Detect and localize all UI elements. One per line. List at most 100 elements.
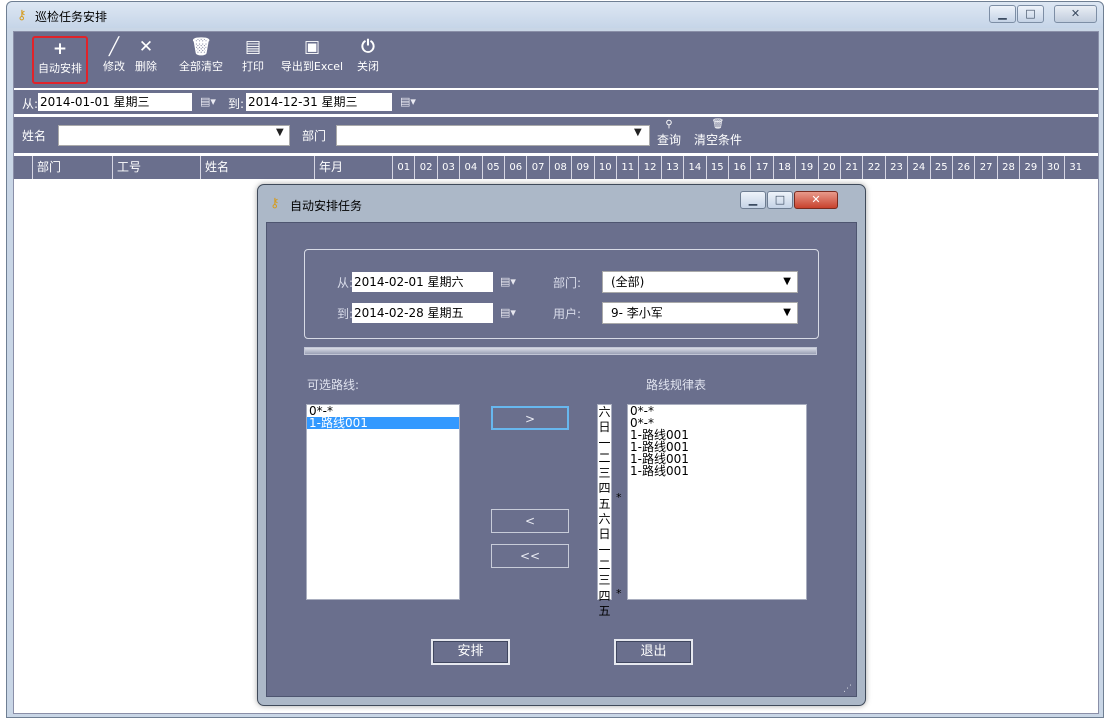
column-header-day[interactable]: 21: [840, 156, 862, 179]
column-header-day[interactable]: 07: [526, 156, 548, 179]
remove-all-routes-button[interactable]: <<: [491, 544, 569, 568]
column-header-day[interactable]: 10: [593, 156, 616, 179]
dept-select[interactable]: [336, 125, 650, 146]
from-date-field[interactable]: 2014-02-01 星期六: [352, 272, 493, 292]
dialog-maximize-button[interactable]: □: [767, 191, 793, 209]
dialog-close-button[interactable]: ✕: [794, 191, 838, 209]
close-window-button[interactable]: ✕: [1054, 5, 1097, 23]
column-header-day[interactable]: 09: [571, 156, 593, 179]
edit-label: 修改: [103, 60, 125, 73]
export-excel-button[interactable]: ▣ 导出到Excel: [276, 36, 348, 84]
clear-all-button[interactable]: 🗑 全部清空: [174, 36, 228, 84]
export-excel-label: 导出到Excel: [280, 60, 344, 73]
power-icon: ⏻: [361, 37, 375, 57]
column-header-day[interactable]: 19: [795, 156, 817, 179]
clear-conditions-button[interactable]: 🗑 清空条件: [688, 119, 748, 148]
resize-grip-icon[interactable]: ⋰: [843, 684, 852, 694]
chevron-down-icon: ▼: [783, 276, 791, 287]
available-routes-list[interactable]: 0*-* 1-路线001: [306, 404, 460, 600]
calendar-dropdown-icon[interactable]: ▤▾: [500, 275, 516, 288]
weekday-label: 四: [598, 588, 611, 603]
column-header-dept[interactable]: 部门: [32, 156, 112, 179]
exit-button[interactable]: 退出: [614, 639, 693, 665]
auto-arrange-button[interactable]: + 自动安排: [32, 36, 88, 84]
print-label: 打印: [242, 60, 264, 73]
chevron-down-icon[interactable]: ▼: [276, 127, 284, 138]
app-key-icon: ⚷: [17, 8, 27, 23]
calendar-dropdown-icon[interactable]: ▤▾: [200, 95, 216, 108]
column-header-day[interactable]: 17: [750, 156, 772, 179]
user-select[interactable]: 9- 李小军 ▼: [602, 302, 798, 324]
column-header-day[interactable]: 15: [705, 156, 728, 179]
query-button[interactable]: ⚲ 查询: [654, 119, 684, 148]
column-header-day[interactable]: 14: [683, 156, 705, 179]
route-rule-item[interactable]: 1-路线001: [628, 465, 806, 477]
column-header-day[interactable]: 13: [660, 156, 683, 179]
add-route-button[interactable]: >: [491, 406, 569, 430]
dialog-minimize-button[interactable]: ▁: [740, 191, 766, 209]
column-header-day[interactable]: 29: [1019, 156, 1041, 179]
column-header-day[interactable]: 28: [996, 156, 1019, 179]
column-header-day[interactable]: 20: [817, 156, 840, 179]
column-header-day[interactable]: 01: [392, 156, 414, 179]
trash-icon: 🗑: [190, 37, 212, 57]
column-header-day[interactable]: 12: [638, 156, 660, 179]
to-label: 到:: [337, 307, 354, 321]
dept-select[interactable]: (全部) ▼: [602, 271, 798, 293]
clear-all-label: 全部清空: [179, 60, 223, 73]
calendar-dropdown-icon[interactable]: ▤▾: [500, 306, 516, 319]
available-route-item[interactable]: 1-路线001: [307, 417, 459, 429]
column-header-day[interactable]: 08: [548, 156, 571, 179]
column-header-name[interactable]: 姓名: [200, 156, 314, 179]
column-header-employee-id[interactable]: 工号: [112, 156, 200, 179]
column-header-day[interactable]: 30: [1041, 156, 1064, 179]
column-header-day[interactable]: 18: [772, 156, 795, 179]
chevron-down-icon[interactable]: ▼: [634, 127, 642, 138]
column-header-month[interactable]: 年月: [314, 156, 382, 179]
pencil-icon: ╱: [108, 37, 120, 57]
print-button[interactable]: ▤ 打印: [238, 36, 268, 84]
minimize-button[interactable]: ▁: [989, 5, 1016, 23]
delete-button[interactable]: ✕ 删除: [130, 36, 162, 84]
column-header-day[interactable]: 02: [414, 156, 436, 179]
column-header-day[interactable]: 11: [616, 156, 638, 179]
close-icon: ✕: [1070, 7, 1081, 20]
week-end-marker: *: [616, 491, 622, 504]
column-header-day[interactable]: 05: [481, 156, 504, 179]
weekday-label: 三: [598, 573, 611, 588]
column-header-day[interactable]: 22: [862, 156, 884, 179]
edit-button[interactable]: ╱ 修改: [98, 36, 130, 84]
from-label: 从:: [22, 97, 39, 111]
minimize-icon: ▁: [748, 193, 758, 206]
route-rules-list[interactable]: 0*-* 0*-* 1-路线001 1-路线001 1-路线001 1-路线001: [627, 404, 807, 600]
maximize-button[interactable]: □: [1017, 5, 1044, 23]
route-rule-item[interactable]: 0*-*: [628, 405, 806, 417]
from-date-field[interactable]: 2014-01-01 星期三: [38, 93, 192, 111]
maximize-icon: □: [774, 193, 786, 206]
column-header-day[interactable]: 25: [929, 156, 952, 179]
column-header-day[interactable]: 23: [884, 156, 907, 179]
auto-arrange-dialog: ⚷ 自动安排任务 ▁ □ ✕ 从: 2014-02-01 星期六 ▤▾ 到: 2…: [257, 184, 866, 706]
column-header-day[interactable]: 16: [728, 156, 750, 179]
arrange-button[interactable]: 安排: [431, 639, 510, 665]
column-header-day[interactable]: 26: [952, 156, 974, 179]
name-select[interactable]: [58, 125, 290, 146]
to-date-field[interactable]: 2014-02-28 星期五: [352, 303, 493, 323]
available-routes-title: 可选路线:: [307, 378, 360, 392]
close-button[interactable]: ⏻ 关闭: [352, 36, 384, 84]
progress-bar: [304, 347, 817, 355]
name-label: 姓名: [22, 129, 47, 143]
column-header-day[interactable]: 24: [907, 156, 929, 179]
column-header-day[interactable]: 27: [974, 156, 996, 179]
column-header-day[interactable]: 03: [436, 156, 459, 179]
remove-route-button[interactable]: <: [491, 509, 569, 533]
column-header-day[interactable]: 06: [504, 156, 526, 179]
calendar-dropdown-icon[interactable]: ▤▾: [400, 95, 416, 108]
column-header-day[interactable]: 04: [459, 156, 481, 179]
to-date-field[interactable]: 2014-12-31 星期三: [246, 93, 392, 111]
dialog-title: 自动安排任务: [290, 199, 363, 213]
weekday-label: 日: [598, 527, 611, 542]
weekday-label: 二: [598, 557, 611, 572]
grid-header: 部门 工号 姓名 年月 01 02 03 04 05 06 07 08 09 10 11 12 13 14…: [14, 156, 1098, 179]
column-header-day[interactable]: 31: [1064, 156, 1086, 179]
